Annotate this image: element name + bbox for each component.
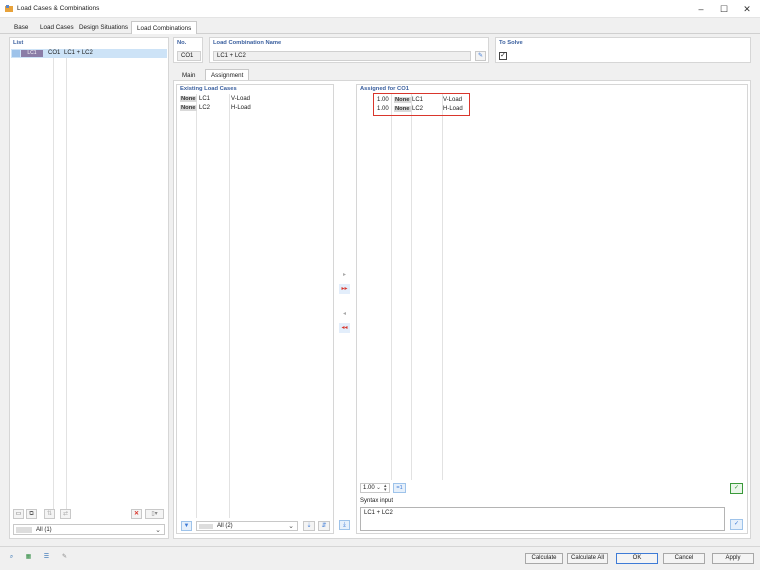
name-field[interactable]: LC1 + LC2 (213, 51, 471, 61)
list-filter-value: All (1) (36, 527, 52, 533)
existing-panel: Existing Load Cases None LC1 V-Load None… (176, 84, 334, 534)
table-icon[interactable]: ▦ (23, 553, 34, 563)
close-icon[interactable]: ✕ (734, 1, 760, 17)
list-item[interactable]: None LC1 V-Load (180, 96, 330, 104)
list-item[interactable]: 1.00 None LC1 V-Load (377, 97, 467, 105)
color-swatch-icon (12, 50, 20, 57)
name-label: Load Combination Name (213, 40, 282, 46)
number-label: No. (177, 40, 187, 46)
load-case-name: H-Load (231, 105, 251, 111)
to-solve-group: To Solve ✓ (495, 37, 751, 63)
load-case-id: LC2 (199, 105, 211, 111)
tag-badge: None (180, 105, 197, 111)
chevron-down-icon: ⌄ (155, 527, 161, 534)
set-factor-one-button[interactable]: =1 (393, 483, 406, 493)
factor-stepper[interactable]: 1.00 ⌄ ▴ ▾ (360, 483, 390, 493)
apply-button[interactable]: Apply (712, 553, 754, 564)
cancel-button[interactable]: Cancel (663, 553, 705, 564)
combination-badge: LC1 (21, 50, 43, 57)
number-group: No. CO1 (173, 37, 203, 63)
sort-icon[interactable]: ⇅ (44, 509, 55, 519)
list-item-id: CO1 (48, 50, 61, 56)
syntax-input-label: Syntax input (360, 498, 394, 504)
assigned-column-divider (442, 94, 443, 480)
window-title: Load Cases & Combinations (17, 5, 100, 12)
add-one-icon[interactable]: ▸ (339, 270, 350, 280)
factor-value: 1.00 (377, 97, 389, 103)
ok-button[interactable]: OK (616, 553, 658, 564)
tab-base[interactable]: Base (9, 22, 33, 34)
assigned-column-divider (411, 94, 412, 480)
existing-column-divider (196, 94, 197, 518)
list-item-name: LC1 + LC2 (64, 50, 93, 56)
calculate-button[interactable]: Calculate (525, 553, 563, 564)
filter-swatch (199, 524, 213, 529)
title-bar: Load Cases & Combinations – ☐ ✕ (0, 0, 760, 18)
new-icon[interactable]: ▭ (13, 509, 24, 519)
factor-stepper-value: 1.00 (363, 485, 375, 491)
existing-filter-dropdown[interactable]: All (2) ⌄ (196, 521, 298, 531)
tag-badge: None (394, 97, 411, 103)
assigned-column-divider (391, 94, 392, 480)
tag-badge: None (394, 106, 411, 112)
factor-value: 1.00 (377, 106, 389, 112)
apply-syntax-icon[interactable]: ✓ (730, 519, 743, 530)
existing-header: Existing Load Cases (180, 86, 237, 92)
assigned-panel: Assigned for CO1 1.00 None LC1 V-Load 1.… (356, 84, 748, 534)
number-field[interactable]: CO1 (177, 51, 201, 61)
tree-icon[interactable]: ☰ (41, 553, 52, 563)
list-panel: List LC1 CO1 LC1 + LC2 ▭ ⧉ ⇅ ⇄ ✕ ▯▾ All … (9, 37, 169, 539)
move-bottom-icon[interactable]: ⤓ (339, 520, 350, 530)
search-icon[interactable]: ⌕ (6, 553, 17, 563)
list-item[interactable]: 1.00 None LC2 H-Load (377, 106, 467, 114)
load-case-name: H-Load (443, 106, 463, 112)
load-case-id: LC1 (412, 97, 424, 103)
list-column-divider (66, 51, 67, 513)
chevron-down-icon: ⌄ (288, 523, 294, 530)
invert-selection-icon[interactable]: ⇵ (318, 521, 330, 531)
edit-name-icon[interactable]: ✎ (475, 51, 486, 61)
copy-icon[interactable]: ⧉ (26, 509, 37, 519)
calculate-all-button[interactable]: Calculate All (567, 553, 608, 564)
remove-all-icon[interactable]: ◂◂ (339, 323, 350, 333)
filter-swatch (16, 527, 32, 533)
list-item[interactable]: None LC2 H-Load (180, 105, 330, 113)
renumber-icon[interactable]: ⇄ (60, 509, 71, 519)
syntax-input-field[interactable]: LC1 + LC2 (360, 507, 725, 531)
view-options-icon[interactable]: ▯▾ (145, 509, 164, 519)
tab-design-situations[interactable]: Design Situations (74, 22, 133, 34)
remove-one-icon[interactable]: ◂ (339, 309, 350, 319)
load-case-id: LC1 (199, 96, 211, 102)
load-case-name: V-Load (231, 96, 251, 102)
delete-icon[interactable]: ✕ (131, 509, 142, 519)
list-header: List (13, 40, 24, 46)
existing-column-divider (229, 94, 230, 518)
list-filter-dropdown[interactable]: All (1) ⌄ (13, 524, 165, 535)
existing-filter-value: All (2) (217, 523, 233, 529)
assigned-header: Assigned for CO1 (360, 86, 409, 92)
load-case-name: V-Load (443, 97, 463, 103)
select-all-icon[interactable]: ⇣ (303, 521, 315, 531)
tab-load-combinations[interactable]: Load Combinations (131, 21, 198, 35)
app-icon (5, 5, 13, 12)
green-check-icon[interactable]: ✓ (730, 483, 743, 494)
list-column-divider (53, 51, 54, 513)
list-item[interactable]: LC1 CO1 LC1 + LC2 (11, 49, 167, 58)
tag-badge: None (180, 96, 197, 102)
stepper-arrows-icon: ▴ ▾ (384, 483, 387, 493)
name-group: Load Combination Name LC1 + LC2 ✎ (209, 37, 489, 63)
add-all-icon[interactable]: ▸▸ (339, 284, 350, 294)
tab-load-cases[interactable]: Load Cases (35, 22, 79, 34)
edit-icon[interactable]: ✎ (59, 553, 70, 563)
to-solve-label: To Solve (499, 40, 523, 46)
load-case-id: LC2 (412, 106, 424, 112)
filter-icon[interactable]: ▼ (181, 521, 192, 531)
to-solve-checkbox[interactable]: ✓ (499, 52, 507, 60)
chevron-down-icon: ⌄ (376, 485, 382, 491)
